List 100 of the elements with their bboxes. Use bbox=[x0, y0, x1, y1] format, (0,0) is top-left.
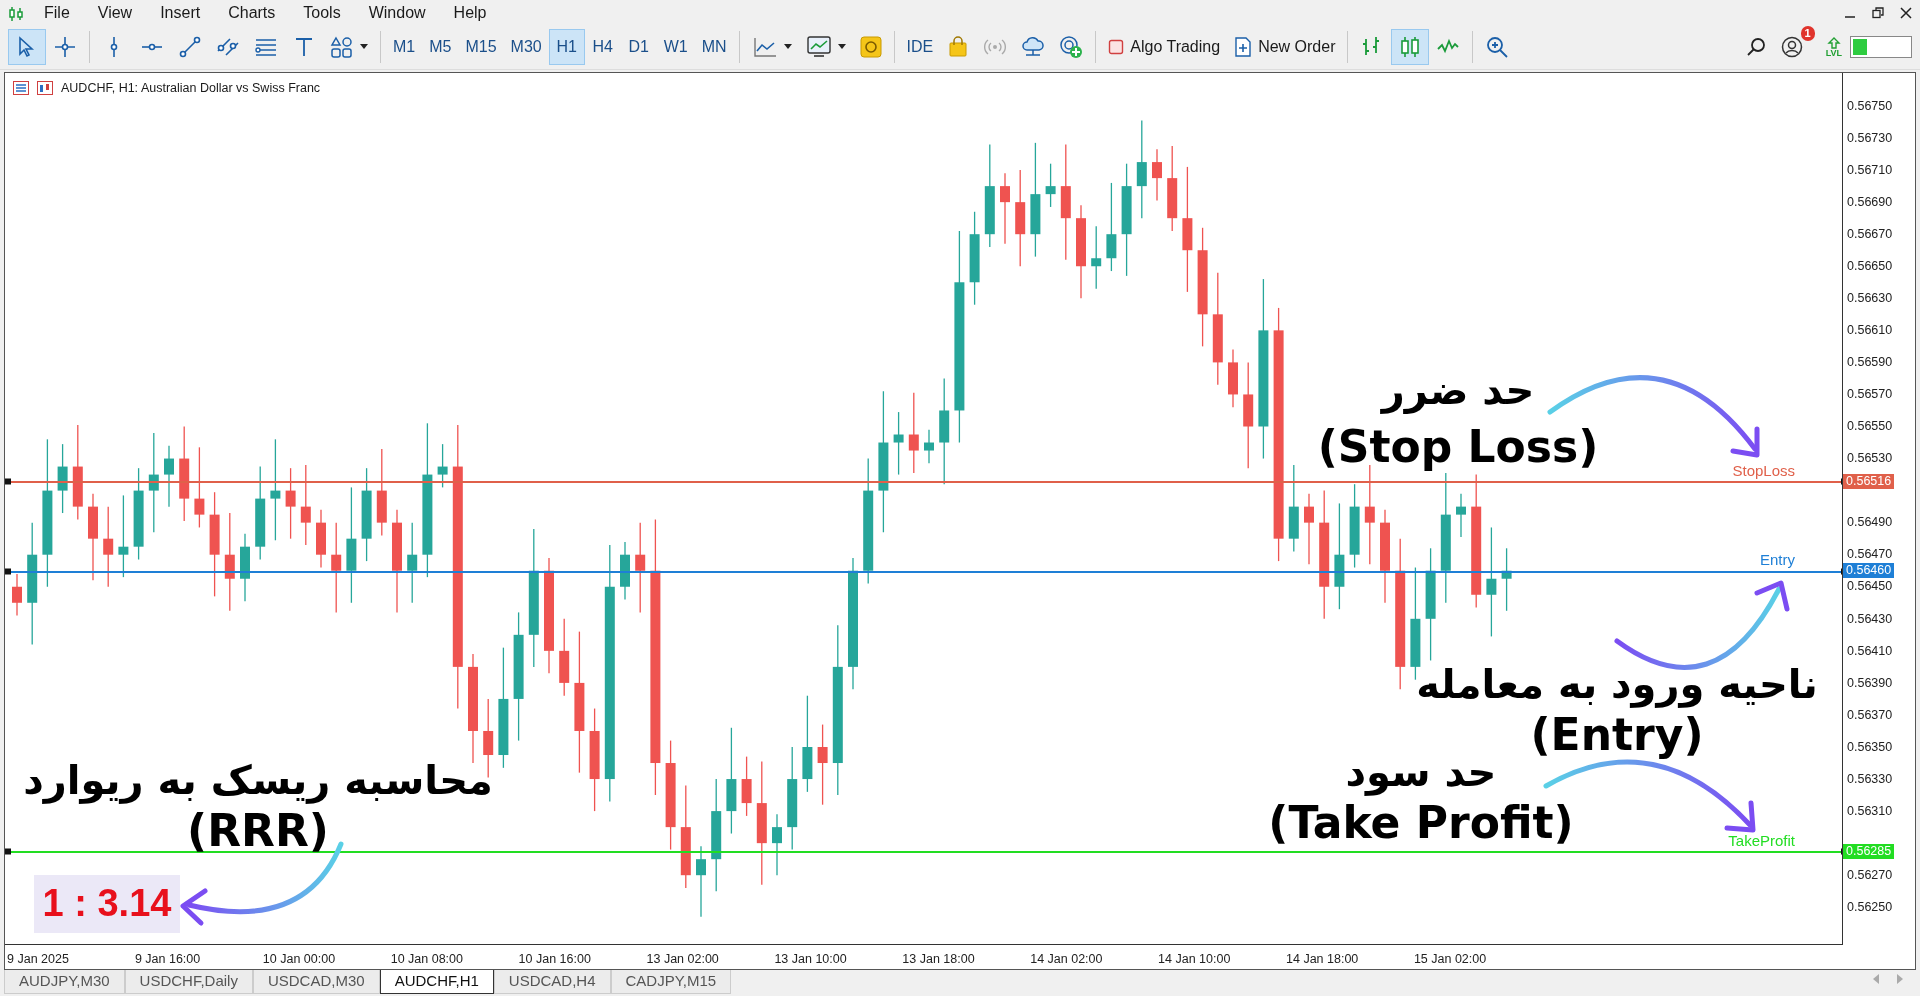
chart-tab[interactable]: USDCAD,H4 bbox=[493, 970, 611, 995]
time-axis-label: 10 Jan 08:00 bbox=[390, 951, 463, 969]
price-level-line[interactable] bbox=[10, 570, 1842, 573]
risk-reward-ratio: 1 : 3.14 bbox=[34, 874, 180, 933]
level-label: TakeProfit bbox=[1728, 832, 1795, 849]
time-axis-label: 13 Jan 18:00 bbox=[902, 951, 975, 969]
timeframe-button[interactable]: D1 bbox=[620, 29, 657, 66]
time-axis-label: 9 Jan 2025 bbox=[7, 951, 69, 969]
candle bbox=[12, 573, 22, 616]
search-icon[interactable] bbox=[1745, 37, 1766, 58]
menu-item[interactable]: Help bbox=[439, 0, 501, 25]
time-axis-label: 13 Jan 10:00 bbox=[774, 951, 847, 969]
candle bbox=[1456, 492, 1466, 538]
cloud-icon[interactable] bbox=[1021, 36, 1046, 59]
chart-tab[interactable]: USDCHF,Daily bbox=[124, 970, 253, 995]
stop-icon bbox=[1108, 39, 1125, 56]
time-axis-label: 14 Jan 02:00 bbox=[1030, 951, 1103, 969]
caret-icon[interactable] bbox=[783, 44, 792, 51]
price-tag: 0.56285 bbox=[1843, 843, 1895, 859]
target-plus-icon[interactable] bbox=[1059, 35, 1084, 60]
chart-tab[interactable]: AUDCHF,H1 bbox=[379, 970, 494, 995]
timeframe-button[interactable]: M30 bbox=[503, 29, 549, 66]
time-axis-label: 15 Jan 02:00 bbox=[1413, 951, 1487, 969]
algo-trading-button[interactable]: Algo Trading bbox=[1101, 29, 1228, 66]
timeframe-button[interactable]: M15 bbox=[458, 29, 504, 66]
time-axis-label: 13 Jan 02:00 bbox=[646, 951, 719, 969]
price-tick-label: 0.56370 bbox=[1847, 707, 1893, 722]
price-level-line[interactable] bbox=[10, 480, 1842, 483]
ide-button[interactable]: IDE bbox=[899, 29, 941, 66]
level-label: StopLoss bbox=[1732, 462, 1795, 479]
price-tick-label: 0.56630 bbox=[1847, 291, 1893, 305]
candle bbox=[240, 532, 250, 602]
timeframe-button[interactable]: MN bbox=[694, 29, 734, 66]
new-order-button[interactable]: New Order bbox=[1227, 29, 1343, 66]
price-tick-label: 0.56470 bbox=[1847, 547, 1893, 562]
time-axis-label: 10 Jan 00:00 bbox=[262, 951, 336, 969]
time-axis-label: 10 Jan 16:00 bbox=[518, 951, 591, 969]
price-tick-label: 0.56670 bbox=[1847, 226, 1893, 241]
annotation-subtitle: (Take Profit) bbox=[1268, 799, 1574, 846]
shopping-bag-icon[interactable] bbox=[947, 36, 970, 59]
indicator-chart-icon[interactable] bbox=[751, 35, 778, 60]
price-tick-label: 0.56350 bbox=[1847, 739, 1893, 754]
candle bbox=[437, 443, 448, 488]
timeframe-button[interactable]: H1 bbox=[548, 29, 585, 66]
price-tick-label: 0.56450 bbox=[1847, 579, 1893, 594]
trend-line-icon[interactable] bbox=[178, 35, 202, 60]
candle bbox=[620, 540, 630, 600]
candle bbox=[57, 443, 68, 514]
chart-title: AUDCHF, H1: Australian Dollar vs Swiss Franc bbox=[61, 79, 321, 97]
candle bbox=[1091, 225, 1102, 290]
annotation-subtitle: (RRR) bbox=[187, 807, 329, 854]
user-icon[interactable] bbox=[1780, 36, 1803, 59]
price-tick-label: 0.56270 bbox=[1847, 867, 1893, 882]
chart-tab[interactable]: AUDJPY,M30 bbox=[4, 970, 125, 995]
price-tag: 0.56460 bbox=[1843, 563, 1895, 579]
price-tick-label: 0.56650 bbox=[1847, 258, 1893, 273]
connection-meter-icon bbox=[1850, 36, 1912, 59]
candle bbox=[1152, 148, 1162, 201]
zoom-in-icon[interactable] bbox=[1485, 35, 1510, 60]
price-tick-label: 0.56330 bbox=[1847, 771, 1893, 786]
price-tick-label: 0.56250 bbox=[1847, 899, 1893, 914]
candle bbox=[164, 444, 174, 507]
candle bbox=[1501, 547, 1512, 612]
menu-item[interactable]: Tools bbox=[289, 0, 355, 25]
menu-item[interactable]: File bbox=[30, 0, 84, 25]
chart-window-icon bbox=[37, 81, 53, 96]
price-tick-label: 0.56570 bbox=[1847, 387, 1893, 402]
shapes-icon[interactable] bbox=[330, 35, 354, 60]
price-tick-label: 0.56490 bbox=[1847, 515, 1893, 530]
document-plus-icon bbox=[1234, 37, 1253, 58]
close-icon[interactable] bbox=[1900, 6, 1912, 19]
annotation-subtitle: (Stop Loss) bbox=[1317, 423, 1599, 470]
chart-tab[interactable]: USDCAD,M30 bbox=[252, 970, 380, 995]
caret-icon[interactable] bbox=[360, 44, 368, 51]
menu-item[interactable]: Window bbox=[354, 0, 440, 25]
time-axis-label: 9 Jan 16:00 bbox=[134, 951, 201, 969]
line-anchor-handle[interactable] bbox=[5, 848, 11, 855]
restore-icon[interactable] bbox=[1872, 6, 1884, 19]
price-tick-label: 0.56590 bbox=[1847, 355, 1893, 370]
annotation-subtitle: (Entry) bbox=[1530, 711, 1704, 758]
menu-item[interactable]: Charts bbox=[214, 0, 290, 25]
upload-arrow-icon[interactable] bbox=[1826, 36, 1841, 49]
timeframe-button[interactable]: W1 bbox=[656, 29, 695, 66]
menu-item[interactable]: Insert bbox=[146, 0, 215, 25]
timeframe-button[interactable]: H4 bbox=[584, 29, 621, 66]
chart-template-icon[interactable] bbox=[805, 35, 832, 60]
timeframe-button[interactable]: M1 bbox=[386, 29, 423, 66]
candle bbox=[1228, 348, 1238, 408]
menu-item[interactable]: View bbox=[83, 0, 147, 25]
line-anchor-handle[interactable] bbox=[5, 478, 11, 485]
chart-tab[interactable]: CADJPY,M15 bbox=[610, 970, 732, 995]
caret-icon[interactable] bbox=[837, 44, 846, 51]
time-axis-label: 14 Jan 18:00 bbox=[1286, 951, 1359, 969]
coin-icon[interactable] bbox=[859, 36, 882, 59]
timeframe-button[interactable]: M5 bbox=[422, 29, 459, 66]
price-tick-label: 0.56750 bbox=[1847, 98, 1893, 113]
crosshair-icon[interactable] bbox=[53, 35, 77, 60]
chart-list-icon bbox=[13, 81, 29, 96]
level-label: Entry bbox=[1760, 552, 1795, 569]
line-anchor-handle[interactable] bbox=[5, 568, 11, 575]
